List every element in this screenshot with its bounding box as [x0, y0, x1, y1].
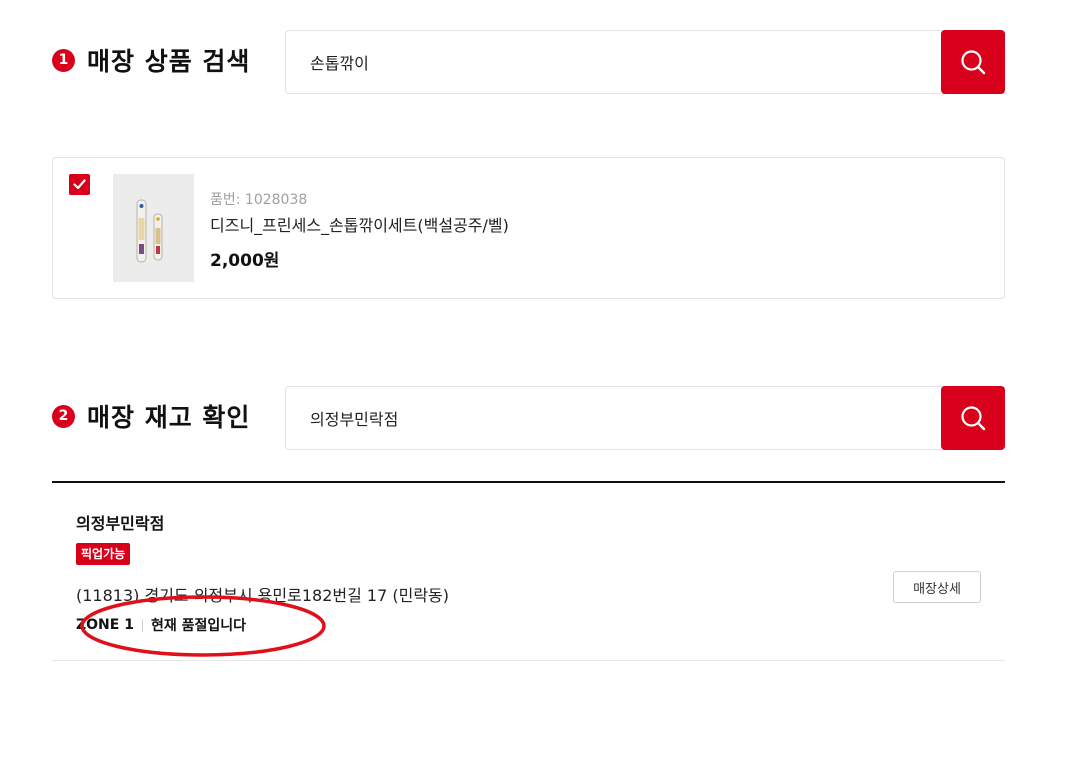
- annotation-ellipse: [80, 595, 326, 657]
- product-search-button[interactable]: [941, 30, 1005, 94]
- product-price: 2,000원: [210, 251, 280, 271]
- search-icon: [961, 406, 986, 431]
- results-top-divider: [52, 481, 1005, 483]
- section-title: 매장 상품 검색: [87, 47, 251, 76]
- section-store-stock-header: 2 매장 재고 확인: [52, 398, 250, 434]
- pickup-available-badge: 픽업가능: [76, 543, 131, 565]
- section-product-search-header: 1 매장 상품 검색: [52, 42, 250, 78]
- product-name[interactable]: 디즈니_프린세스_손톱깎이세트(백설공주/벨): [210, 212, 509, 236]
- store-name: 의정부민락점: [76, 514, 165, 533]
- search-icon: [961, 50, 986, 75]
- section-title: 매장 재고 확인: [87, 403, 251, 432]
- store-search-button[interactable]: [941, 386, 1005, 450]
- store-search-input[interactable]: [286, 387, 941, 449]
- product-card: 품번: 1028038 디즈니_프린세스_손톱깎이세트(백설공주/벨) 2,00…: [52, 157, 1005, 299]
- store-search-box: [285, 386, 1005, 450]
- store-detail-button[interactable]: 매장상세: [893, 571, 981, 603]
- check-icon: [73, 179, 86, 190]
- product-select-checkbox[interactable]: [69, 174, 90, 195]
- product-image: [113, 174, 194, 282]
- product-search-box: [285, 30, 1005, 94]
- product-search-input[interactable]: [286, 31, 941, 93]
- step-number-badge: 1: [52, 48, 75, 72]
- step-number-badge: 2: [52, 404, 75, 428]
- product-code: 품번: 1028038: [210, 192, 308, 208]
- results-bottom-divider: [52, 660, 1005, 661]
